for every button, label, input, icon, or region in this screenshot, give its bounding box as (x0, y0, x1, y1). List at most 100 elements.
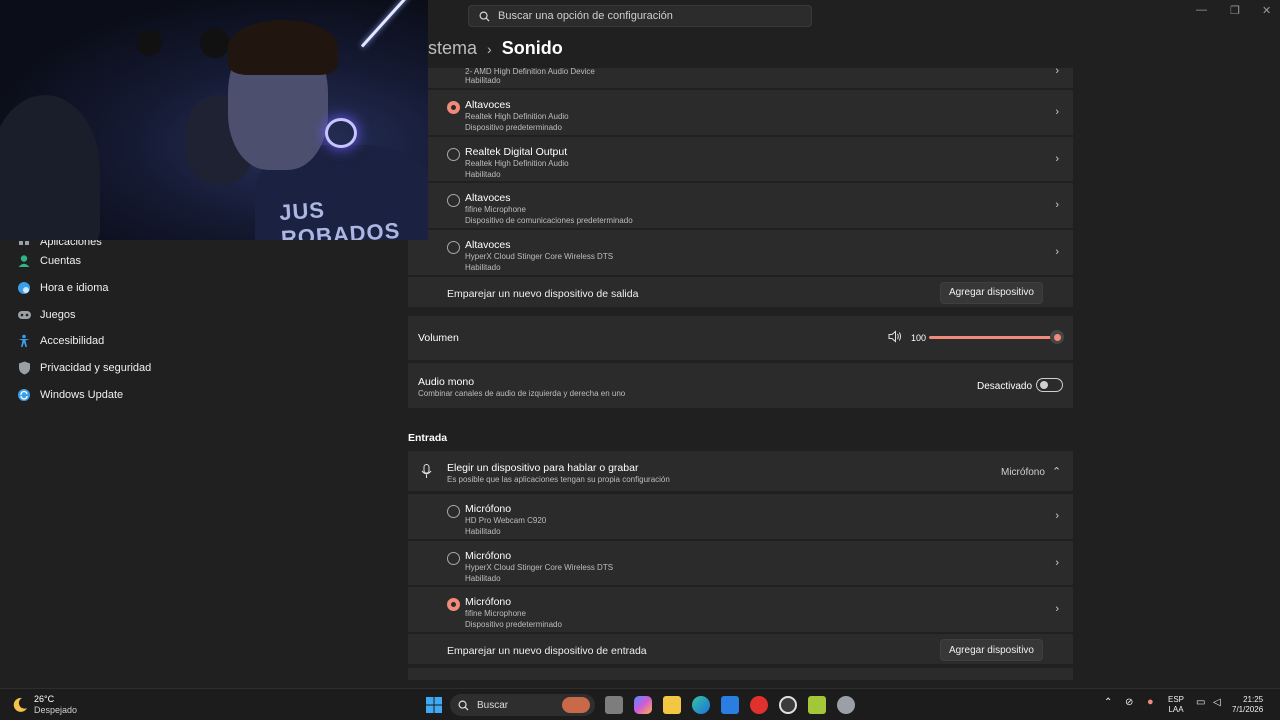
chevron-up-icon[interactable]: ⌃ (1104, 698, 1112, 708)
volume-tray-icon[interactable]: ◁ (1213, 698, 1221, 708)
output-device-row[interactable]: Altavoces HyperX Cloud Stinger Core Wire… (408, 230, 1073, 277)
mono-audio-toggle[interactable] (1036, 378, 1063, 392)
output-device-row[interactable]: Realtek Digital Output Realtek High Defi… (408, 136, 1073, 184)
app-icon[interactable] (808, 696, 826, 714)
radio-unselected[interactable] (447, 194, 460, 208)
device-name: Realtek Digital Output (465, 145, 568, 158)
device-name: Micrófono (465, 549, 512, 562)
volume-card: Volumen 100 (408, 316, 1073, 360)
device-detail: fifine Microphone (465, 609, 526, 619)
microphone-arm (360, 0, 410, 48)
chevron-right-icon[interactable]: › (1055, 106, 1059, 118)
radio-selected[interactable] (447, 101, 460, 114)
device-status: Habilitado (465, 573, 501, 583)
device-status: Habilitado (465, 76, 501, 85)
search-highlight-icon (562, 697, 590, 713)
device-detail: 2- AMD High Definition Audio Device (465, 68, 595, 76)
language-indicator[interactable]: ESP LAA (1168, 695, 1184, 715)
chevron-right-icon[interactable]: › (1055, 557, 1059, 569)
radio-unselected[interactable] (447, 147, 460, 161)
sidebar-item-accounts[interactable]: Cuentas (16, 248, 396, 275)
file-explorer-icon[interactable] (663, 696, 681, 714)
add-output-device-button[interactable]: Agregar dispositivo (939, 281, 1043, 304)
task-view-icon[interactable] (605, 696, 623, 714)
maximize-button[interactable]: ❐ (1230, 4, 1240, 17)
output-device-row[interactable]: Altavoces fifine Microphone Dispositivo … (408, 183, 1073, 231)
chevron-right-icon[interactable]: › (1055, 510, 1059, 522)
settings-gear-icon[interactable] (837, 696, 855, 714)
taskbar-search[interactable]: Buscar (450, 694, 595, 716)
choose-input-description: Es posible que las aplicaciones tengan s… (447, 475, 670, 484)
input-device-row[interactable]: Micrófono HD Pro Webcam C920 Habilitado … (408, 494, 1073, 541)
device-detail: HyperX Cloud Stinger Core Wireless DTS (465, 252, 614, 262)
input-device-row[interactable]: Micrófono fifine Microphone Dispositivo … (408, 587, 1073, 635)
choose-input-device-header[interactable]: Elegir un dispositivo para hablar o grab… (408, 451, 1073, 493)
radio-unselected[interactable] (447, 551, 460, 565)
pair-output-row: Emparejar un nuevo dispositivo de salida… (408, 276, 1073, 311)
network-icon[interactable]: ⊘ (1125, 698, 1133, 708)
device-detail: Realtek High Definition Audio (465, 158, 569, 168)
headset-light (325, 118, 357, 148)
sidebar-item-gaming[interactable]: Juegos (16, 301, 396, 328)
output-devices-card: 2- AMD High Definition Audio Device Habi… (408, 68, 1073, 311)
sidebar-item-privacy[interactable]: Privacidad y seguridad (16, 355, 396, 382)
mail-icon[interactable] (721, 696, 739, 714)
opera-icon[interactable] (750, 696, 768, 714)
webcam-overlay: JUS ROBADOS (0, 0, 428, 240)
device-detail: fifine Microphone (465, 205, 526, 215)
weather-widget[interactable]: 26°C Despejado (12, 694, 77, 716)
output-device-row[interactable]: Altavoces Realtek High Definition Audio … (408, 90, 1073, 137)
display-icon[interactable]: ▭ (1196, 698, 1205, 708)
volume-slider-track[interactable] (929, 336, 1057, 339)
close-button[interactable]: ✕ (1262, 4, 1271, 17)
speaker-icon[interactable] (888, 330, 903, 346)
radio-selected[interactable] (447, 598, 460, 612)
chevron-up-icon[interactable]: ⌃ (1052, 465, 1061, 478)
input-devices-card: Micrófono HD Pro Webcam C920 Habilitado … (408, 494, 1073, 683)
settings-search-box[interactable]: Buscar una opción de configuración (468, 5, 812, 27)
next-row-partial[interactable] (408, 668, 1073, 683)
breadcrumb-parent[interactable]: stema (428, 38, 477, 59)
volume-label: Volumen (418, 332, 459, 344)
chevron-right-icon: › (1055, 68, 1059, 77)
moon-icon (13, 697, 27, 712)
sidebar-item-time-language[interactable]: Hora e idioma (16, 275, 396, 302)
start-button[interactable] (425, 696, 443, 714)
output-device-row-partial[interactable]: 2- AMD High Definition Audio Device Habi… (408, 68, 1073, 90)
chevron-right-icon[interactable]: › (1055, 199, 1059, 211)
clock[interactable]: 21:25 7/1/2026 (1232, 695, 1263, 715)
device-name: Micrófono (465, 596, 512, 609)
sidebar-item-accessibility[interactable]: Accesibilidad (16, 328, 396, 355)
chevron-right-icon[interactable]: › (1055, 153, 1059, 165)
input-device-row[interactable]: Micrófono HyperX Cloud Stinger Core Wire… (408, 540, 1073, 588)
device-status: Habilitado (465, 169, 501, 179)
volume-slider-thumb[interactable] (1050, 330, 1064, 344)
add-input-device-button[interactable]: Agregar dispositivo (939, 639, 1043, 662)
breadcrumb: stema › Sonido (428, 38, 563, 59)
chevron-right-icon[interactable]: › (1055, 246, 1059, 258)
person-left (0, 95, 100, 240)
breadcrumb-separator: › (487, 40, 492, 57)
sidebar-item-windows-update[interactable]: Windows Update (16, 381, 396, 408)
chevron-right-icon[interactable]: › (1055, 603, 1059, 615)
gamepad-icon (16, 307, 32, 323)
browser-icon[interactable] (779, 696, 797, 714)
copilot-icon[interactable] (634, 696, 652, 714)
taskbar: 26°C Despejado Buscar ⌃ ⊘ ● ESP LAA ▭ ◁ … (0, 688, 1280, 720)
language-line2: LAA (1168, 705, 1184, 714)
minimize-button[interactable]: — (1196, 4, 1207, 16)
mono-audio-description: Combinar canales de audio de izquierda y… (418, 389, 626, 398)
microphone-icon (421, 464, 432, 482)
device-name: Altavoces (465, 99, 511, 111)
device-detail: HD Pro Webcam C920 (465, 516, 547, 525)
microphone-tray-icon[interactable]: ● (1147, 697, 1154, 708)
edge-icon[interactable] (692, 696, 710, 714)
windows-logo-icon (426, 697, 442, 713)
accounts-icon (16, 253, 32, 269)
sound-settings-panel: 2- AMD High Definition Audio Device Habi… (408, 68, 1073, 683)
pair-output-label: Emparejar un nuevo dispositivo de salida (447, 287, 639, 300)
device-status: Habilitado (465, 527, 501, 536)
radio-unselected[interactable] (447, 505, 460, 518)
search-icon (479, 11, 490, 22)
radio-unselected[interactable] (447, 241, 460, 255)
